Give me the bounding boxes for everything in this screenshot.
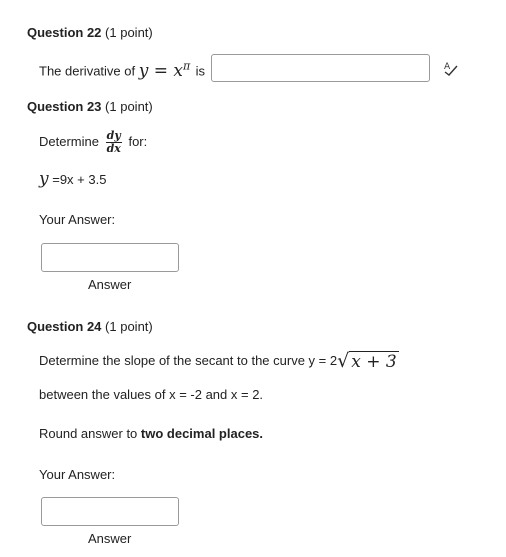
question-24-number: Question 24 bbox=[27, 319, 102, 334]
question-23-your-answer-label: Your Answer: bbox=[39, 212, 116, 227]
spellcheck-icon[interactable]: A bbox=[442, 60, 460, 76]
question-23-determine: Determine bbox=[39, 133, 99, 149]
radical-sign: √ bbox=[337, 350, 350, 373]
question-23-title: Question 23 (1 point) bbox=[27, 99, 153, 114]
question-22-prefix: The derivative of bbox=[39, 63, 136, 79]
question-24-answer-caption: Answer bbox=[88, 531, 132, 546]
round-prefix: Round answer to bbox=[39, 426, 138, 441]
svg-text:A: A bbox=[444, 62, 451, 72]
derivative-fraction: dy dx bbox=[105, 130, 122, 155]
question-23-equation: y =9x + 3.5 bbox=[39, 170, 106, 189]
formula-exponent: π bbox=[183, 59, 191, 72]
question-23-number: Question 23 bbox=[27, 99, 102, 114]
question-24-round-instruction: Round answer to two decimal places. bbox=[39, 425, 263, 443]
equation-rest: =9x + 3.5 bbox=[52, 172, 107, 187]
question-23-answer-input[interactable] bbox=[41, 243, 179, 272]
formula-equals: = bbox=[153, 60, 168, 81]
square-root: √ x + 3 bbox=[337, 350, 399, 373]
question-22-suffix: is bbox=[195, 63, 206, 79]
question-22-answer-input[interactable] bbox=[211, 54, 430, 82]
question-23-points: (1 point) bbox=[105, 99, 153, 114]
question-24-line-1-text: Determine the slope of the secant to the… bbox=[39, 353, 338, 368]
question-23-answer-caption: Answer bbox=[88, 277, 132, 292]
question-24-points: (1 point) bbox=[105, 319, 153, 334]
question-22-formula: y = xπ bbox=[138, 59, 196, 81]
question-24-title: Question 24 (1 point) bbox=[27, 319, 153, 334]
question-22-prompt: The derivative of y = xπ is bbox=[39, 57, 205, 81]
question-22-number: Question 22 bbox=[27, 25, 102, 40]
question-24-your-answer-label: Your Answer: bbox=[39, 467, 116, 482]
fraction-denominator: dx bbox=[106, 142, 121, 155]
formula-x: x bbox=[173, 60, 183, 81]
question-24-line-2: between the values of x = -2 and x = 2. bbox=[39, 387, 264, 402]
question-23-for: for: bbox=[128, 133, 148, 149]
radicand: x + 3 bbox=[349, 351, 399, 373]
question-24-line-1: Determine the slope of the secant to the… bbox=[39, 350, 399, 373]
equation-y: y bbox=[39, 169, 49, 189]
formula-y: y bbox=[138, 60, 149, 81]
question-24-answer-input[interactable] bbox=[41, 497, 179, 526]
question-22-points: (1 point) bbox=[105, 25, 153, 40]
question-23-prompt: Determine dy dx for: bbox=[39, 130, 147, 155]
round-bold: two decimal places. bbox=[140, 426, 264, 441]
question-22-title: Question 22 (1 point) bbox=[27, 25, 153, 40]
